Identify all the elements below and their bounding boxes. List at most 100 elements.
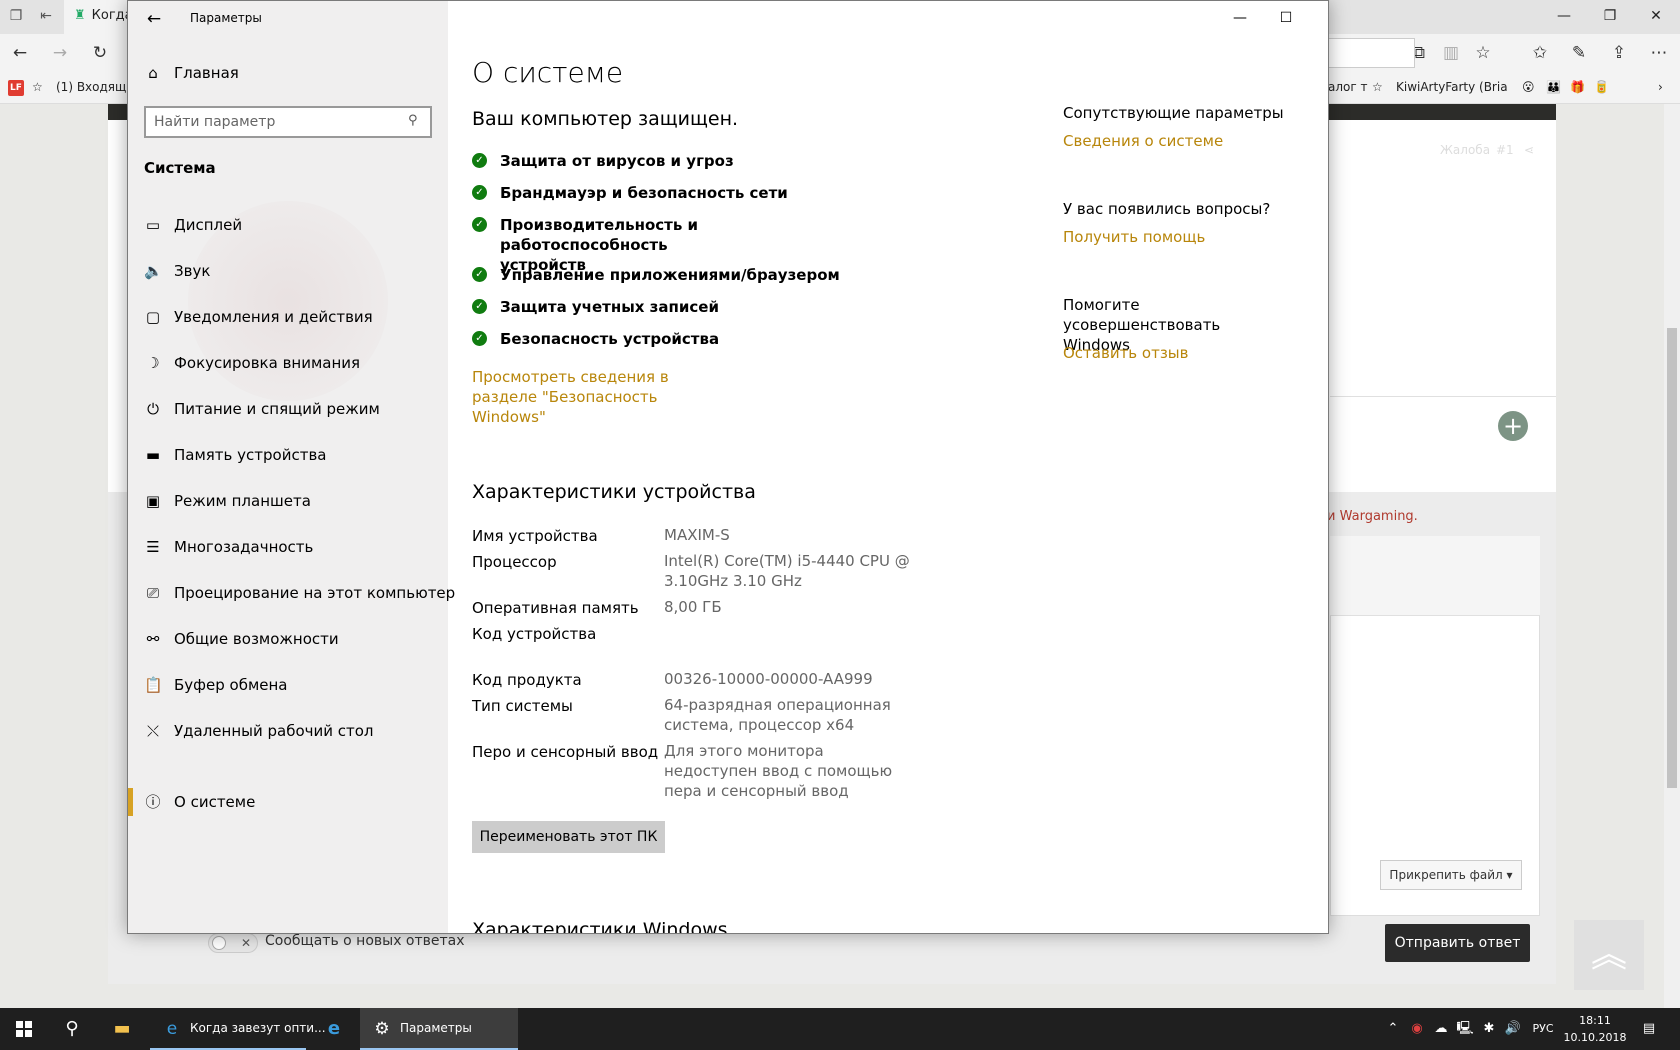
- chevron-right-icon[interactable]: ›: [1658, 80, 1663, 94]
- settings-search[interactable]: ⚲: [144, 106, 432, 138]
- taskbar-app-settings[interactable]: ⚙ Параметры: [360, 1008, 518, 1050]
- tab-sets-icon[interactable]: ❐: [8, 8, 24, 24]
- volume-icon[interactable]: 🔊: [1502, 1008, 1524, 1050]
- tab-back-icon[interactable]: ⇤: [38, 8, 54, 24]
- back-arrow-icon[interactable]: ←: [142, 5, 166, 33]
- check-circle-icon: ✓: [472, 267, 487, 282]
- search-icon[interactable]: ⚲: [48, 1008, 96, 1050]
- favorite-item[interactable]: (1) Входящие: [56, 80, 130, 94]
- sidebar-item-projecting[interactable]: ⎚ Проецирование на этот компьютер: [144, 579, 455, 609]
- get-help-link[interactable]: Получить помощь: [1063, 228, 1205, 246]
- send-reply-button[interactable]: Отправить ответ: [1385, 924, 1530, 962]
- chevron-up-icon[interactable]: ⌃: [1382, 1008, 1404, 1050]
- clock[interactable]: 18:11 10.10.2018: [1560, 1012, 1630, 1046]
- favorite-item[interactable]: алог т: [1328, 80, 1367, 94]
- language-indicator[interactable]: РУС: [1526, 1008, 1560, 1050]
- tin-icon[interactable]: 🥫: [1594, 80, 1609, 94]
- file-explorer-icon[interactable]: ▬: [98, 1008, 146, 1050]
- lf-logo-icon[interactable]: LF: [8, 80, 24, 96]
- spec-value: 00326-10000-00000-AA999: [664, 670, 873, 688]
- search-input[interactable]: [154, 112, 394, 132]
- settings-content: — ☐ ✕ О системе Ваш компьютер защищен. ✓…: [448, 1, 1328, 933]
- sidebar-item-focus-assist[interactable]: ☽ Фокусировка внимания: [144, 349, 434, 379]
- gear-icon: ⚙: [374, 1019, 390, 1039]
- minimize-icon[interactable]: —: [1217, 3, 1263, 33]
- notify-toggle[interactable]: ✕: [208, 933, 258, 953]
- wargaming-link[interactable]: Wargaming.: [1340, 509, 1418, 524]
- protected-heading: Ваш компьютер защищен.: [472, 108, 739, 130]
- sidebar-item-label: Буфер обмена: [174, 676, 288, 694]
- emoji-icon[interactable]: 😮: [1522, 80, 1535, 94]
- reading-view-icon[interactable]: ▥: [1440, 42, 1462, 64]
- home-link[interactable]: ⌂ Главная: [144, 59, 434, 89]
- search-icon[interactable]: ⚲: [408, 113, 424, 129]
- add-icon[interactable]: +: [1498, 411, 1528, 441]
- start-button[interactable]: [0, 1008, 48, 1050]
- scrollbar-thumb[interactable]: [1667, 328, 1677, 788]
- tab-favicon-icon: ♜: [74, 8, 86, 23]
- onedrive-icon[interactable]: ☁: [1430, 1008, 1452, 1050]
- window-title: Параметры: [190, 11, 262, 25]
- spec-label: Оперативная память: [472, 599, 639, 617]
- sidebar-item-shared-experiences[interactable]: ⚯ Общие возможности: [144, 625, 434, 655]
- sidebar-item-label: О системе: [174, 793, 256, 811]
- speaker-icon: 🔈: [144, 262, 163, 280]
- sidebar-item-display[interactable]: ▭ Дисплей: [144, 211, 434, 241]
- toggle-x-icon: ✕: [240, 936, 251, 950]
- bluetooth-icon[interactable]: ✱: [1478, 1008, 1500, 1050]
- browser-refresh-icon[interactable]: ↻: [89, 42, 111, 64]
- share-post-icon[interactable]: ⋖: [1524, 143, 1534, 157]
- opera-icon[interactable]: ◉: [1406, 1008, 1428, 1050]
- related-settings-title: Сопутствующие параметры: [1063, 104, 1284, 122]
- system-info-link[interactable]: Сведения о системе: [1063, 132, 1223, 150]
- sidebar-item-notifications[interactable]: ▢ Уведомления и действия: [144, 303, 434, 333]
- sidebar-item-storage[interactable]: ▬ Память устройства: [144, 441, 434, 471]
- rename-pc-button[interactable]: Переименовать этот ПК: [472, 821, 665, 853]
- favorite-star-icon: ☆: [1372, 80, 1383, 94]
- gift-icon[interactable]: 🎁: [1570, 80, 1585, 94]
- sidebar-item-remote-desktop[interactable]: ⤬ Удаленный рабочий стол: [144, 717, 434, 747]
- browser-restore-icon[interactable]: ❐: [1600, 6, 1620, 26]
- give-feedback-link[interactable]: Оставить отзыв: [1063, 344, 1189, 362]
- pen-icon[interactable]: ✎: [1568, 42, 1590, 64]
- device-specs-heading: Характеристики устройства: [472, 481, 756, 503]
- browser-back-icon[interactable]: ←: [9, 42, 31, 64]
- share-icon[interactable]: ⇪: [1608, 42, 1630, 64]
- multitasking-icon: ☰: [146, 538, 160, 556]
- sidebar-item-label: Общие возможности: [174, 630, 339, 648]
- page-scrollbar[interactable]: [1664, 104, 1680, 1008]
- action-center-icon[interactable]: ▤: [1638, 1008, 1660, 1050]
- post-number[interactable]: #1: [1496, 143, 1514, 157]
- sidebar-item-sound[interactable]: 🔈 Звук: [144, 257, 434, 287]
- windows-security-link[interactable]: Просмотреть сведения в разделе "Безопасн…: [472, 367, 732, 427]
- close-icon[interactable]: ✕: [1309, 3, 1328, 33]
- browser-close-icon[interactable]: ✕: [1646, 6, 1666, 26]
- favorites-hub-icon[interactable]: ✩: [1529, 42, 1551, 64]
- maximize-icon[interactable]: ☐: [1263, 3, 1309, 33]
- sidebar-item-clipboard[interactable]: 📋 Буфер обмена: [144, 671, 434, 701]
- browser-minimize-icon[interactable]: —: [1554, 6, 1574, 26]
- more-icon[interactable]: ⋯: [1648, 42, 1670, 64]
- notifications-icon: ▢: [145, 308, 161, 326]
- attach-file-button[interactable]: Прикрепить файл ▾: [1380, 860, 1522, 890]
- sidebar-item-power[interactable]: ⏻ Питание и спящий режим: [144, 395, 434, 425]
- scroll-top-icon[interactable]: ︽: [1574, 920, 1644, 990]
- spec-value: 8,00 ГБ: [664, 598, 722, 616]
- taskbar-app-edge[interactable]: e Когда завезут опти...: [150, 1008, 326, 1050]
- favorite-star-icon[interactable]: ☆: [1472, 42, 1494, 64]
- questions-title: У вас появились вопросы?: [1063, 200, 1271, 218]
- security-item-label: Защита от вирусов и угроз: [500, 152, 734, 170]
- sidebar-item-about[interactable]: ⓘ О системе: [128, 788, 434, 818]
- internet-explorer-icon[interactable]: e: [310, 1008, 358, 1050]
- family-icon[interactable]: 👪: [1546, 80, 1561, 94]
- tablet-icon: ▣: [145, 492, 161, 510]
- browser-forward-icon[interactable]: →: [49, 42, 71, 64]
- favorite-item[interactable]: KiwiArtyFarty (Brian G: [1396, 80, 1508, 94]
- sidebar-item-multitasking[interactable]: ☰ Многозадачность: [144, 533, 434, 563]
- report-link[interactable]: Жалоба: [1440, 143, 1490, 157]
- sidebar-item-label: Питание и спящий режим: [174, 400, 380, 418]
- network-icon[interactable]: 🖳: [1454, 1008, 1476, 1050]
- sidebar-item-tablet-mode[interactable]: ▣ Режим планшета: [144, 487, 434, 517]
- clock-date: 10.10.2018: [1563, 1031, 1627, 1044]
- spec-value: 64-разрядная операционная система, проце…: [664, 696, 891, 734]
